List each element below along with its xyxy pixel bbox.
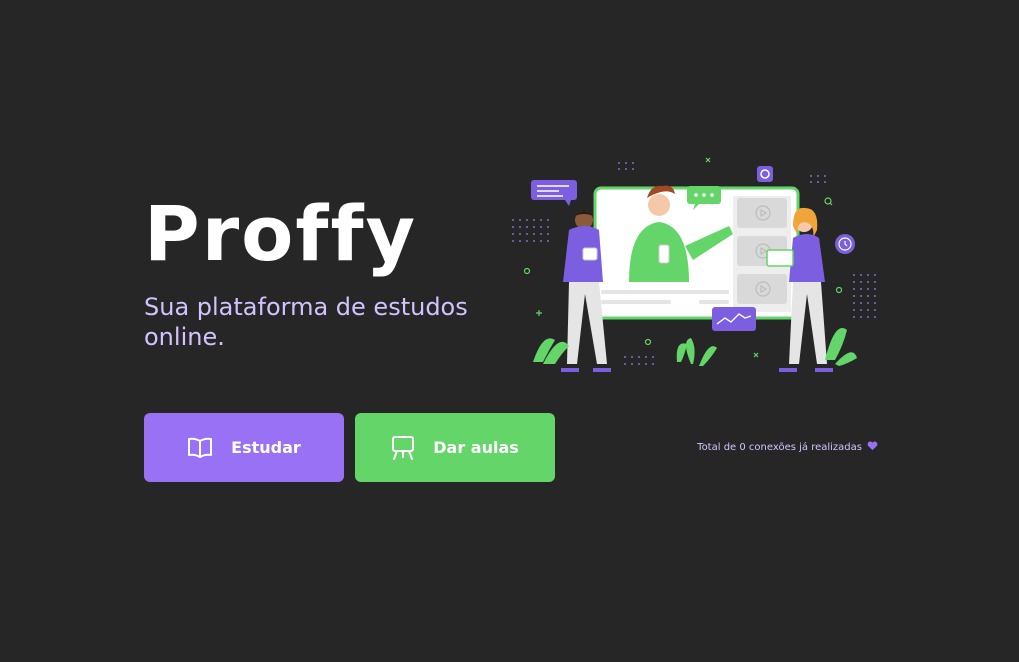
teach-button-label: Dar aulas xyxy=(433,438,519,457)
action-buttons: Estudar Dar aulas xyxy=(144,413,555,482)
svg-text:Proffy: Proffy xyxy=(144,196,417,278)
landing-page: Proffy Sua plataforma de estudos online. xyxy=(0,0,1019,662)
hero-illustration xyxy=(512,157,876,372)
total-connections: Total de 0 conexões já realizadas xyxy=(697,441,878,454)
presentation-board-icon xyxy=(391,435,415,461)
teach-button[interactable]: Dar aulas xyxy=(355,413,555,482)
book-open-icon xyxy=(187,436,213,460)
tagline: Sua plataforma de estudos online. xyxy=(144,293,468,351)
total-connections-text: Total de 0 conexões já realizadas xyxy=(697,442,862,453)
heart-icon xyxy=(867,441,878,454)
study-button[interactable]: Estudar xyxy=(144,413,344,482)
study-button-label: Estudar xyxy=(231,438,301,457)
logo-container: Proffy Sua plataforma de estudos online. xyxy=(144,196,484,352)
proffy-logo: Proffy xyxy=(144,196,417,278)
